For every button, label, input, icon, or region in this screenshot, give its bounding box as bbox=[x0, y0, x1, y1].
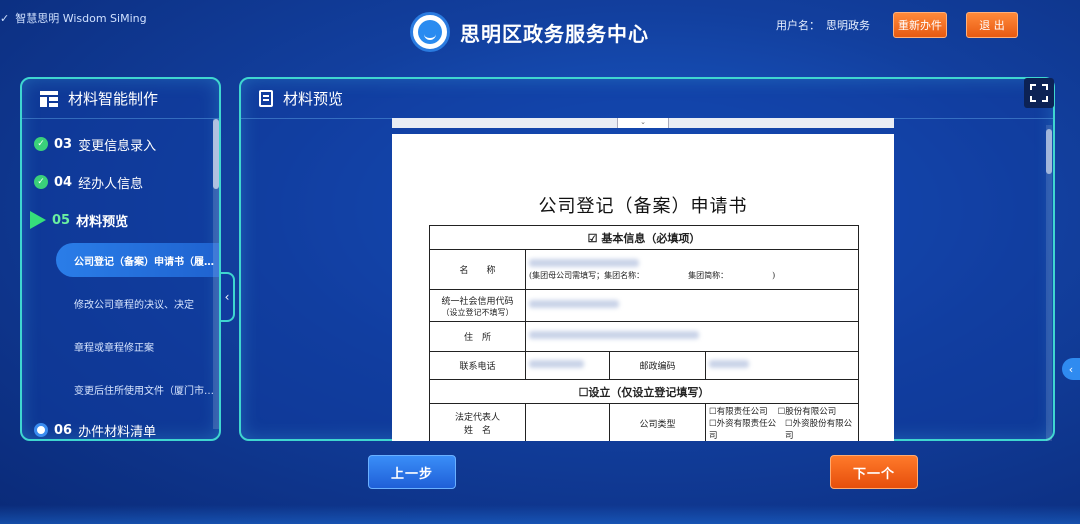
company-type-option: ☐外资有限责任公司 bbox=[709, 419, 777, 441]
step-number: 04 bbox=[54, 174, 73, 190]
brand-mark-icon: ✓ bbox=[0, 11, 10, 25]
postcode-value bbox=[705, 351, 859, 380]
restart-button[interactable]: 重新办件 bbox=[893, 12, 947, 38]
user-name: 思明政务 bbox=[826, 19, 870, 32]
smile-logo-icon bbox=[410, 12, 450, 52]
steps-scrollbar[interactable] bbox=[213, 119, 219, 429]
brand-small-text: 智慧思明 Wisdom SiMing bbox=[15, 12, 147, 25]
legal-rep-value bbox=[525, 403, 610, 441]
preview-panel-header: 材料预览 bbox=[241, 79, 1053, 119]
credit-code-hint: （设立登记不填写） bbox=[441, 307, 514, 317]
company-type-label: 公司类型 bbox=[609, 403, 706, 441]
phone-value bbox=[525, 351, 610, 380]
step-label: 变更信息录入 bbox=[78, 138, 157, 154]
company-type-option: ☐外资股份有限公司 bbox=[785, 419, 853, 441]
legal-rep-label: 法定代表人 姓 名 bbox=[429, 403, 526, 441]
redacted-text bbox=[529, 300, 619, 308]
credit-code-label: 统一社会信用代码 （设立登记不填写） bbox=[429, 289, 526, 322]
check-icon: ✓ bbox=[34, 175, 48, 189]
chevron-down-icon[interactable]: ⌄ bbox=[617, 118, 669, 128]
steps-panel-header: 材料智能制作 bbox=[22, 79, 219, 119]
exit-button[interactable]: 退 出 bbox=[966, 12, 1018, 38]
application-form: ☑ 基本信息（必填项） 名 称 (集团母公司需填写；集团名称： 集团简称： ) … bbox=[429, 225, 859, 441]
fullscreen-button[interactable] bbox=[1024, 78, 1054, 108]
app-logo-area: 思明区政务服务中心 bbox=[410, 12, 649, 52]
check-icon: ✓ bbox=[34, 137, 48, 151]
redacted-text bbox=[529, 258, 639, 267]
company-type-option: ☐有限责任公司 bbox=[709, 407, 768, 417]
preview-scrollbar[interactable] bbox=[1046, 125, 1052, 441]
phone-label: 联系电话 bbox=[429, 351, 526, 380]
section-setup: ☐设立（仅设立登记填写） bbox=[429, 379, 859, 404]
document-page: 公司登记（备案）申请书 ☑ 基本信息（必填项） 名 称 (集团母公司需填写；集团… bbox=[392, 134, 894, 441]
material-item[interactable]: 章程或章程修正案 bbox=[22, 325, 219, 368]
redacted-text bbox=[529, 331, 699, 339]
name-label: 名 称 bbox=[429, 249, 526, 290]
material-item[interactable]: 修改公司章程的决议、决定 bbox=[22, 282, 219, 325]
prev-step-button[interactable]: 上一步 bbox=[368, 455, 456, 489]
document-icon bbox=[259, 90, 273, 107]
side-expand-button[interactable]: ‹ bbox=[1062, 358, 1080, 380]
section-basic: ☑ 基本信息（必填项） bbox=[429, 225, 859, 250]
document-title: 公司登记（备案）申请书 bbox=[538, 196, 748, 217]
document-viewer[interactable]: ⌄ 公司登记（备案）申请书 ☑ 基本信息（必填项） 名 称 (集团母公司需填写；… bbox=[392, 118, 894, 441]
credit-code-value bbox=[525, 289, 859, 322]
step-number: 06 bbox=[54, 422, 73, 438]
address-value bbox=[525, 321, 859, 352]
steps-panel-title: 材料智能制作 bbox=[68, 90, 159, 108]
step-03[interactable]: ✓ 03 变更信息录入 bbox=[22, 125, 219, 163]
group-hint: (集团母公司需填写；集团名称： 集团简称： ) bbox=[529, 270, 776, 280]
layout-icon bbox=[40, 90, 58, 107]
chevron-left-icon: ‹ bbox=[1068, 362, 1074, 376]
preview-panel-title: 材料预览 bbox=[283, 90, 344, 108]
step-04[interactable]: ✓ 04 经办人信息 bbox=[22, 163, 219, 201]
legal-rep-label-line1: 法定代表人 bbox=[454, 413, 500, 423]
expand-icon bbox=[1030, 84, 1048, 102]
chevron-left-icon: ‹ bbox=[224, 290, 230, 304]
postcode-label: 邮政编码 bbox=[609, 351, 706, 380]
material-item[interactable]: 公司登记（备案）申请书（履… bbox=[56, 243, 219, 277]
step-number: 03 bbox=[54, 136, 73, 152]
step-label: 办件材料清单 bbox=[78, 424, 157, 440]
step-list: ✓ 03 变更信息录入 ✓ 04 经办人信息 05 材料预览 公司登记（备案）申… bbox=[22, 119, 219, 440]
brand-small: ✓ 智慧思明 Wisdom SiMing bbox=[0, 10, 147, 26]
step-06[interactable]: 06 办件材料清单 bbox=[22, 411, 219, 440]
step-label: 材料预览 bbox=[76, 214, 129, 230]
page-separator: ⌄ bbox=[392, 118, 894, 128]
pending-dot-icon bbox=[34, 423, 48, 437]
credit-code-label-text: 统一社会信用代码 bbox=[441, 296, 514, 307]
name-value: (集团母公司需填写；集团名称： 集团简称： ) bbox=[525, 249, 859, 290]
material-item[interactable]: 变更后住所使用文件（厦门市… bbox=[22, 368, 219, 411]
header: ✓ 智慧思明 Wisdom SiMing 思明区政务服务中心 用户名： 思明政务… bbox=[0, 0, 1080, 60]
current-arrow-icon bbox=[30, 211, 46, 229]
user-label: 用户名： bbox=[776, 19, 820, 32]
app-title: 思明区政务服务中心 bbox=[460, 21, 649, 46]
step-05[interactable]: 05 材料预览 bbox=[22, 201, 219, 239]
redacted-text bbox=[529, 360, 584, 368]
next-button[interactable]: 下一个 bbox=[830, 455, 918, 489]
address-label: 住 所 bbox=[429, 321, 526, 352]
steps-panel: 材料智能制作 ✓ 03 变更信息录入 ✓ 04 经办人信息 05 材料预览 公司… bbox=[20, 77, 221, 441]
material-list: 公司登记（备案）申请书（履… 修改公司章程的决议、决定 章程或章程修正案 变更后… bbox=[22, 243, 219, 411]
collapse-panel-button[interactable]: ‹ bbox=[221, 272, 235, 322]
redacted-text bbox=[709, 360, 749, 368]
legal-rep-label-line2: 姓 名 bbox=[463, 426, 491, 436]
company-type-option: ☐股份有限公司 bbox=[777, 407, 837, 417]
bottom-glow bbox=[0, 505, 1080, 524]
step-number: 05 bbox=[52, 212, 71, 228]
step-label: 经办人信息 bbox=[78, 176, 144, 192]
company-type-options: ☐有限责任公司 ☐股份有限公司 ☐外资有限责任公司 ☐外资股份有限公司 bbox=[705, 403, 859, 441]
